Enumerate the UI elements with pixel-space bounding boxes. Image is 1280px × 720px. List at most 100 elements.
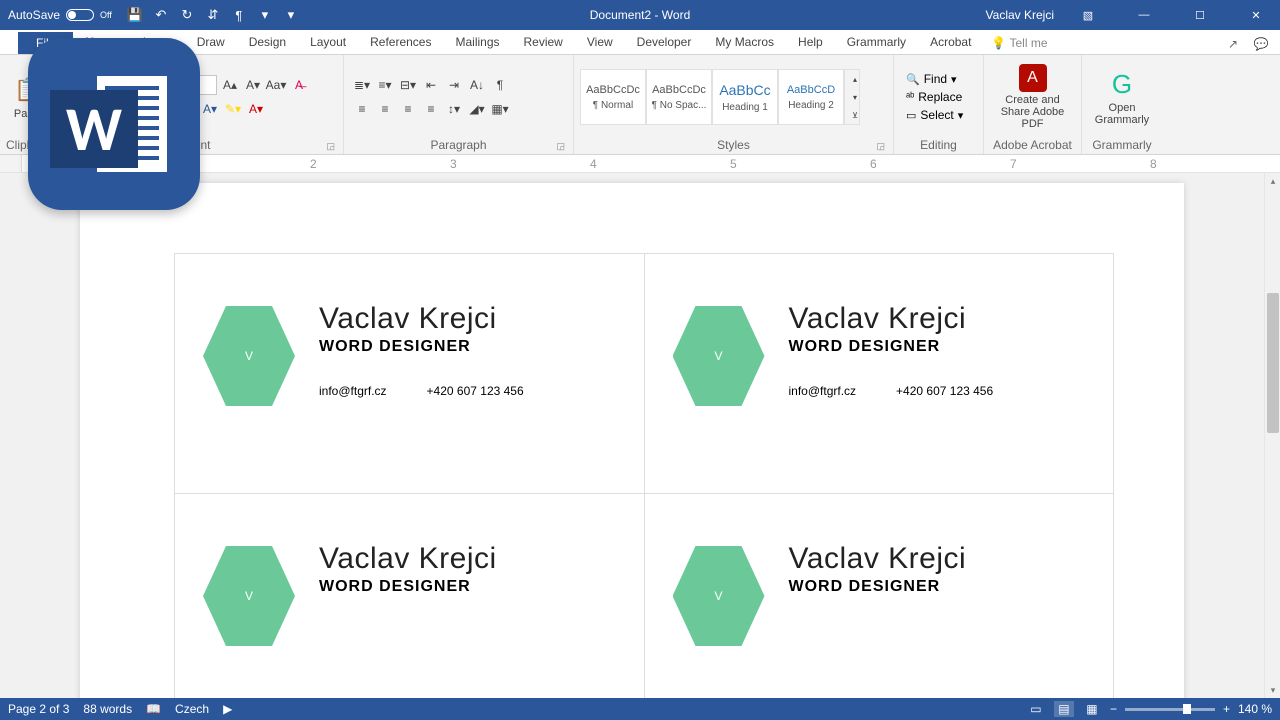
dialog-launcher-icon[interactable]: ◲ (556, 141, 565, 152)
card-cell[interactable]: V Vaclav Krejci WORD DESIGNER info@ftgrf… (644, 254, 1114, 494)
ruler-mark: 6 (870, 157, 877, 171)
read-mode-icon[interactable]: ▭ (1026, 701, 1046, 717)
tab-review[interactable]: Review (512, 31, 575, 54)
print-layout-icon[interactable]: ▤ (1054, 701, 1074, 717)
scroll-up-icon[interactable]: ▴ (1265, 173, 1280, 189)
highlight-icon[interactable]: ✎▾ (223, 99, 243, 119)
dialog-launcher-icon[interactable]: ◲ (876, 141, 885, 152)
zoom-level[interactable]: 140 % (1238, 702, 1272, 716)
text-effects-icon[interactable]: A▾ (200, 99, 220, 119)
align-left-icon[interactable]: ≡ (352, 99, 372, 119)
tab-references[interactable]: References (358, 31, 443, 54)
shading-icon[interactable]: ◢▾ (467, 99, 487, 119)
user-name[interactable]: Vaclav Krejci (986, 8, 1054, 22)
touch-icon[interactable]: ⇵ (202, 4, 224, 26)
paragraph-icon[interactable]: ¶ (228, 4, 250, 26)
more-icon[interactable]: ▾ (280, 4, 302, 26)
spelling-icon[interactable]: 📖 (146, 702, 161, 716)
scroll-down-icon[interactable]: ▾ (1265, 682, 1280, 698)
align-center-icon[interactable]: ≡ (375, 99, 395, 119)
paragraph-label: Paragraph (430, 138, 486, 152)
find-button[interactable]: 🔍 Find ▾ (904, 71, 965, 87)
comments-icon[interactable]: 💬 (1250, 34, 1272, 54)
undo-icon[interactable]: ↶ (150, 4, 172, 26)
autosave-toggle[interactable]: AutoSave Off (0, 8, 120, 22)
vertical-scrollbar[interactable]: ▴ ▾ (1264, 173, 1280, 698)
tab-help[interactable]: Help (786, 31, 835, 54)
line-spacing-icon[interactable]: ↕▾ (444, 99, 464, 119)
redo-icon[interactable]: ↻ (176, 4, 198, 26)
hex-logo: V (203, 306, 295, 406)
tab-design[interactable]: Design (237, 31, 298, 54)
bullets-icon[interactable]: ≣▾ (352, 75, 372, 95)
card-cell[interactable]: V Vaclav Krejci WORD DESIGNER (175, 494, 645, 699)
multilevel-icon[interactable]: ⊟▾ (398, 75, 418, 95)
numbering-icon[interactable]: ≡▾ (375, 75, 395, 95)
styles-down-icon[interactable]: ▾ (845, 88, 865, 106)
borders-icon[interactable]: ▦▾ (490, 99, 510, 119)
zoom-slider[interactable] (1125, 708, 1215, 711)
tab-mymacros[interactable]: My Macros (703, 31, 786, 54)
replace-button[interactable]: ᵃᵇ Replace (904, 89, 965, 105)
minimize-icon[interactable]: — (1122, 0, 1166, 30)
card-table: V Vaclav Krejci WORD DESIGNER info@ftgrf… (174, 253, 1114, 698)
font-color-icon[interactable]: A▾ (246, 99, 266, 119)
hex-logo: V (673, 546, 765, 646)
dialog-launcher-icon[interactable]: ◲ (326, 141, 335, 152)
word-count[interactable]: 88 words (83, 702, 132, 716)
grow-font-icon[interactable]: A▴ (220, 75, 240, 95)
tab-acrobat[interactable]: Acrobat (918, 31, 983, 54)
card-phone: +420 607 123 456 (427, 384, 524, 398)
hex-logo: V (203, 546, 295, 646)
style-nospacing[interactable]: AaBbCcDc¶ No Spac... (646, 69, 712, 125)
save-icon[interactable]: 💾 (124, 4, 146, 26)
change-case-icon[interactable]: Aa▾ (266, 75, 286, 95)
create-pdf-button[interactable]: ACreate and Share Adobe PDF (990, 64, 1075, 130)
zoom-out-icon[interactable]: − (1110, 702, 1117, 716)
card-cell[interactable]: V Vaclav Krejci WORD DESIGNER info@ftgrf… (175, 254, 645, 494)
tab-mailings[interactable]: Mailings (443, 31, 511, 54)
page[interactable]: V Vaclav Krejci WORD DESIGNER info@ftgrf… (80, 183, 1184, 698)
show-marks-icon[interactable]: ¶ (490, 75, 510, 95)
group-editing: 🔍 Find ▾ ᵃᵇ Replace ▭ Select ▾ Editing (894, 55, 984, 154)
align-right-icon[interactable]: ≡ (398, 99, 418, 119)
title-bar: AutoSave Off 💾 ↶ ↻ ⇵ ¶ ▾ ▾ Document2 - W… (0, 0, 1280, 30)
tab-layout[interactable]: Layout (298, 31, 358, 54)
customize-icon[interactable]: ▾ (254, 4, 276, 26)
style-heading1[interactable]: AaBbCcHeading 1 (712, 69, 778, 125)
document-area[interactable]: V Vaclav Krejci WORD DESIGNER info@ftgrf… (0, 173, 1264, 698)
justify-icon[interactable]: ≡ (421, 99, 441, 119)
page-indicator[interactable]: Page 2 of 3 (8, 702, 69, 716)
clear-format-icon[interactable]: A̶ (289, 75, 309, 95)
autosave-label: AutoSave (8, 8, 60, 22)
macro-icon[interactable]: ▶ (223, 702, 232, 716)
styles-label: Styles (717, 138, 750, 152)
tell-me-label: Tell me (1009, 36, 1047, 50)
web-layout-icon[interactable]: ▦ (1082, 701, 1102, 717)
toggle-icon[interactable] (66, 9, 94, 21)
ribbon-display-icon[interactable]: ▧ (1066, 0, 1110, 30)
sort-icon[interactable]: A↓ (467, 75, 487, 95)
card-cell[interactable]: V Vaclav Krejci WORD DESIGNER (644, 494, 1114, 699)
maximize-icon[interactable]: ☐ (1178, 0, 1222, 30)
tab-view[interactable]: View (575, 31, 625, 54)
w-icon: W (50, 90, 138, 168)
hex-logo: V (673, 306, 765, 406)
tell-me[interactable]: 💡 Tell me (983, 32, 1055, 54)
tab-developer[interactable]: Developer (625, 31, 704, 54)
style-heading2[interactable]: AaBbCcDHeading 2 (778, 69, 844, 125)
outdent-icon[interactable]: ⇤ (421, 75, 441, 95)
shrink-font-icon[interactable]: A▾ (243, 75, 263, 95)
tab-grammarly[interactable]: Grammarly (835, 31, 918, 54)
indent-icon[interactable]: ⇥ (444, 75, 464, 95)
open-grammarly-button[interactable]: GOpen Grammarly (1088, 68, 1156, 126)
select-button[interactable]: ▭ Select ▾ (904, 107, 965, 123)
share-icon[interactable]: ↗ (1222, 34, 1244, 54)
scroll-thumb[interactable] (1267, 293, 1279, 433)
style-normal[interactable]: AaBbCcDc¶ Normal (580, 69, 646, 125)
language-indicator[interactable]: Czech (175, 702, 209, 716)
close-icon[interactable]: ✕ (1234, 0, 1278, 30)
styles-more-icon[interactable]: ⊻ (845, 106, 865, 124)
zoom-in-icon[interactable]: + (1223, 702, 1230, 716)
styles-up-icon[interactable]: ▴ (845, 70, 865, 88)
